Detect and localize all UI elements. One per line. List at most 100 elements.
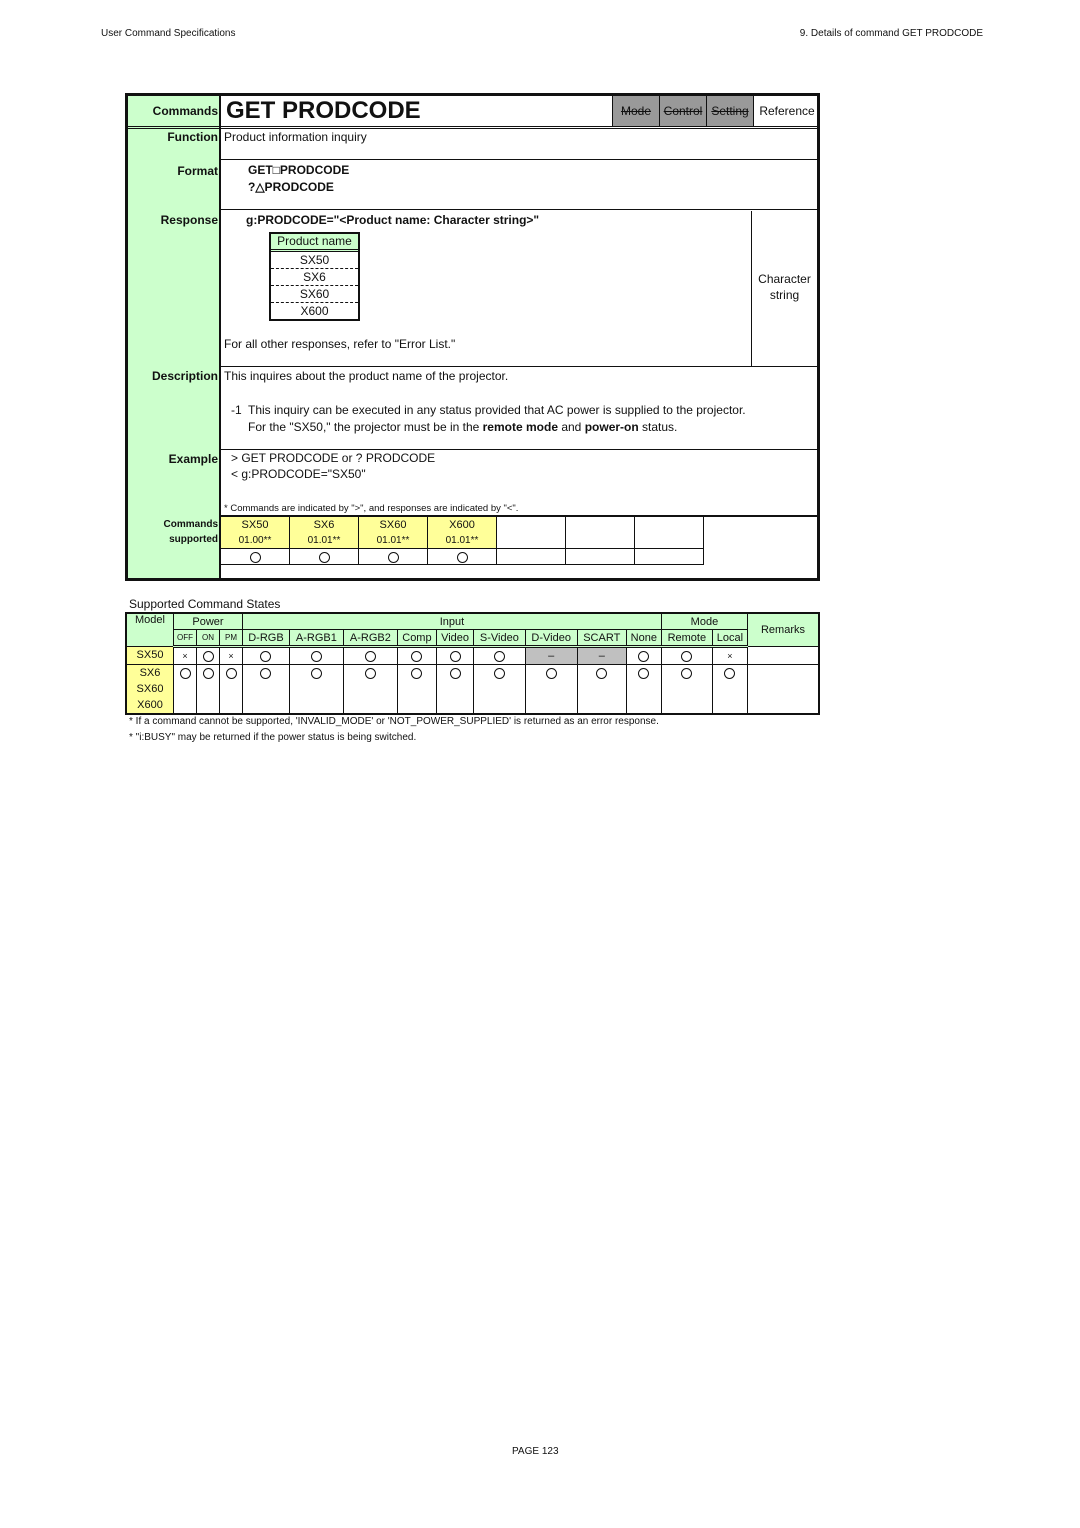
- circle-supported-icon: [724, 667, 736, 679]
- state-cell: [196, 664, 220, 715]
- supported-status-cell: [221, 549, 290, 565]
- subheader-input: S-Video: [473, 629, 526, 648]
- product-name-table: Product name SX50 SX6 SX60 X600: [269, 232, 360, 321]
- circle-supported-icon: [387, 551, 399, 563]
- state-cell: [711, 664, 749, 715]
- response-type: Character string: [758, 272, 811, 302]
- circle-supported-icon: [318, 551, 330, 563]
- circle-supported-icon: [310, 650, 322, 662]
- header-mode: Mode: [660, 612, 749, 630]
- subheader-row: OFF ON PM D-RGB A-RGB1 A-RGB2 Comp Video S-Video…: [126, 629, 819, 648]
- circle-supported-icon: [364, 650, 376, 662]
- state-cell: [435, 664, 475, 715]
- response-format: g:PRODCODE="<Product name: Character str…: [246, 213, 540, 227]
- divider: [221, 209, 817, 210]
- supported-states-table: Model Power Input Mode Remarks OFF ON PM D-…: [125, 612, 820, 715]
- circle-supported-icon: [411, 650, 423, 662]
- product-name-row: SX60: [271, 286, 358, 303]
- page-footer: PAGE 123: [512, 1446, 559, 1457]
- states-model: SX6 SX60 X600: [125, 664, 174, 715]
- state-cell: [625, 664, 662, 715]
- supported-status-cell: [497, 549, 566, 565]
- commands-supported-label: Commands supported: [163, 519, 218, 545]
- circle-supported-icon: [260, 667, 272, 679]
- description-note-number: -1: [231, 403, 242, 417]
- subheader-mode: Remote: [660, 629, 713, 648]
- command-title: GET PRODCODE: [226, 97, 421, 124]
- subheader-input: None: [625, 629, 662, 648]
- subheader-input: A-RGB1: [288, 629, 344, 648]
- format-label: Format: [177, 164, 218, 178]
- supported-status-cell: [428, 549, 497, 565]
- supported-model-cell: SX6 01.01**: [290, 517, 359, 549]
- format-line-1: GET□PRODCODE: [248, 163, 350, 177]
- description-note-line2: For the "SX50," the projector must be in…: [248, 420, 678, 434]
- page-header-left: User Command Specifications: [101, 28, 236, 39]
- product-name-row: X600: [300, 304, 329, 318]
- state-cell: [524, 664, 578, 715]
- description-note-line1: This inquiry can be executed in any stat…: [248, 403, 746, 417]
- example-line-2: < g:PRODCODE="SX50": [231, 467, 366, 481]
- states-row: SX50 × × – – ×: [125, 646, 820, 665]
- circle-supported-icon: [545, 667, 557, 679]
- state-cell: [396, 646, 437, 665]
- mode-tag-reference: Reference: [753, 96, 820, 126]
- states-remarks: [747, 646, 820, 665]
- supported-status-cell: [635, 549, 704, 565]
- state-cell: [435, 646, 475, 665]
- example-label: Example: [168, 452, 218, 466]
- mode-tag-setting: Setting: [706, 96, 753, 126]
- subheader-input: Video: [435, 629, 475, 648]
- product-name-header: Product name: [271, 234, 358, 252]
- state-cell: –: [576, 646, 627, 665]
- header-input: Input: [242, 612, 662, 630]
- state-cell: [576, 664, 627, 715]
- circle-supported-icon: [249, 551, 261, 563]
- state-cell: [288, 664, 344, 715]
- state-cell: [288, 646, 344, 665]
- divider: [128, 126, 817, 129]
- product-name-row: SX6: [271, 269, 358, 286]
- states-remarks: [747, 664, 820, 715]
- subheader-input: SCART: [576, 629, 627, 648]
- divider: [221, 449, 817, 450]
- supported-model-cell: SX50 01.00**: [221, 517, 290, 549]
- function-text: Product information inquiry: [224, 130, 367, 144]
- supported-model-cell: X600 01.01**: [428, 517, 497, 549]
- state-cell: [242, 646, 290, 665]
- supported-models-grid: SX50 01.00** SX6 01.01** SX60 01.01** X600 01.0…: [221, 517, 706, 567]
- header-power: Power: [173, 612, 243, 630]
- state-cell: [242, 664, 290, 715]
- example-line-1: > GET PRODCODE or ? PRODCODE: [231, 451, 436, 465]
- circle-supported-icon: [202, 650, 214, 662]
- circle-supported-icon: [456, 551, 468, 563]
- states-model: SX50: [125, 646, 174, 665]
- format-line-2: ?△PRODCODE: [248, 180, 334, 194]
- state-cell: [342, 664, 398, 715]
- circle-supported-icon: [638, 650, 650, 662]
- subheader-input: D-RGB: [242, 629, 290, 648]
- supported-model-version: 01.00**: [238, 535, 272, 546]
- subheader-power: PM: [219, 629, 243, 648]
- state-cell: [196, 646, 220, 665]
- supported-model-name: X600: [449, 519, 475, 531]
- state-cell: [473, 646, 526, 665]
- circle-supported-icon: [493, 667, 505, 679]
- subheader-power: OFF: [173, 629, 197, 648]
- subheader-mode: Local: [711, 629, 749, 648]
- circle-supported-icon: [364, 667, 376, 679]
- supported-model-cell: SX60 01.01**: [359, 517, 428, 549]
- subheader-input: A-RGB2: [342, 629, 398, 648]
- state-cell: ×: [173, 646, 197, 665]
- state-cell: [473, 664, 526, 715]
- mode-tag-mode: Mode: [612, 96, 659, 126]
- circle-supported-icon: [681, 650, 693, 662]
- state-cell: [396, 664, 437, 715]
- supported-model-cell: [566, 517, 635, 549]
- circle-supported-icon: [260, 650, 272, 662]
- mode-tag-control: Control: [659, 96, 706, 126]
- footnote-2: * "i:BUSY" may be returned if the power …: [129, 732, 417, 743]
- description-text: This inquires about the product name of …: [224, 369, 509, 383]
- circle-supported-icon: [596, 667, 608, 679]
- response-type-cell: Character string: [751, 211, 817, 367]
